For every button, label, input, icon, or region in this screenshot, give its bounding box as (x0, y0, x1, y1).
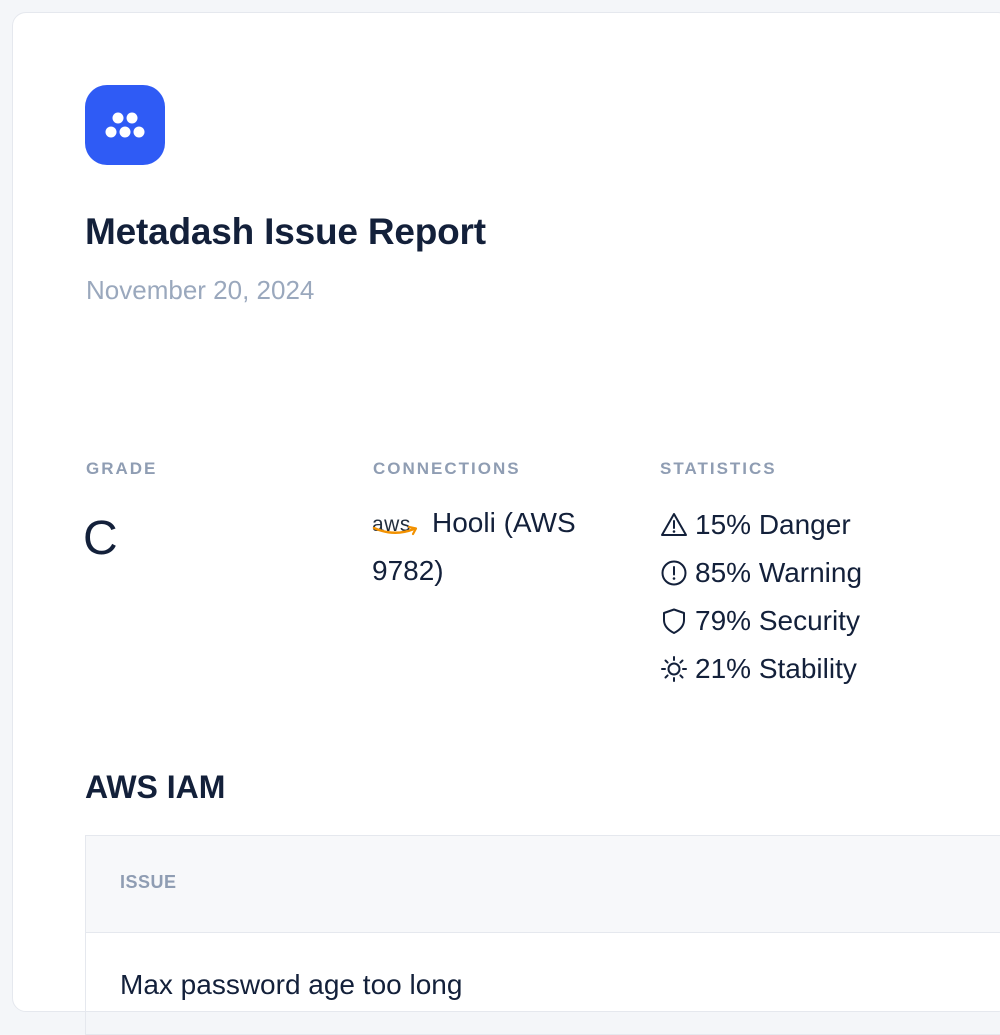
connection-item[interactable]: aws Hooli (AWS 9782) (372, 499, 622, 595)
column-header-issue: ISSUE (120, 872, 177, 892)
shield-icon (659, 606, 689, 636)
stat-warning: 85% Warning (659, 549, 862, 597)
connections-label: CONNECTIONS (373, 459, 521, 478)
stat-security-text: 79% Security (695, 605, 860, 636)
grade-value: C (83, 512, 118, 565)
table-row[interactable]: Max password age too long (86, 933, 1000, 1033)
warning-triangle-icon (659, 510, 689, 540)
stat-danger: 15% Danger (659, 501, 862, 549)
exclamation-circle-icon (659, 558, 689, 588)
stat-danger-text: 15% Danger (695, 509, 851, 540)
stat-stability: 21% Stability (659, 645, 862, 693)
grade-label: GRADE (86, 459, 158, 478)
statistics-list: 15% Danger 85% Warning 79% Security 21% … (659, 501, 862, 693)
report-card: Metadash Issue Report November 20, 2024 … (12, 12, 1000, 1035)
stat-security: 79% Security (659, 597, 862, 645)
table-header: ISSUE (86, 836, 1000, 933)
section-title-aws-iam: AWS IAM (85, 769, 226, 805)
stat-warning-text: 85% Warning (695, 557, 863, 588)
page-title: Metadash Issue Report (85, 211, 486, 252)
report-date: November 20, 2024 (86, 275, 315, 305)
statistics-label: STATISTICS (660, 459, 777, 478)
sun-icon (659, 654, 689, 684)
issues-table: ISSUE Max password age too long (85, 835, 1000, 1035)
issue-cell: Max password age too long (120, 969, 463, 1000)
aws-logo-icon: aws (372, 499, 422, 539)
dots-logo-icon (105, 112, 145, 138)
stat-stability-text: 21% Stability (695, 653, 857, 684)
metadash-logo (85, 85, 165, 165)
